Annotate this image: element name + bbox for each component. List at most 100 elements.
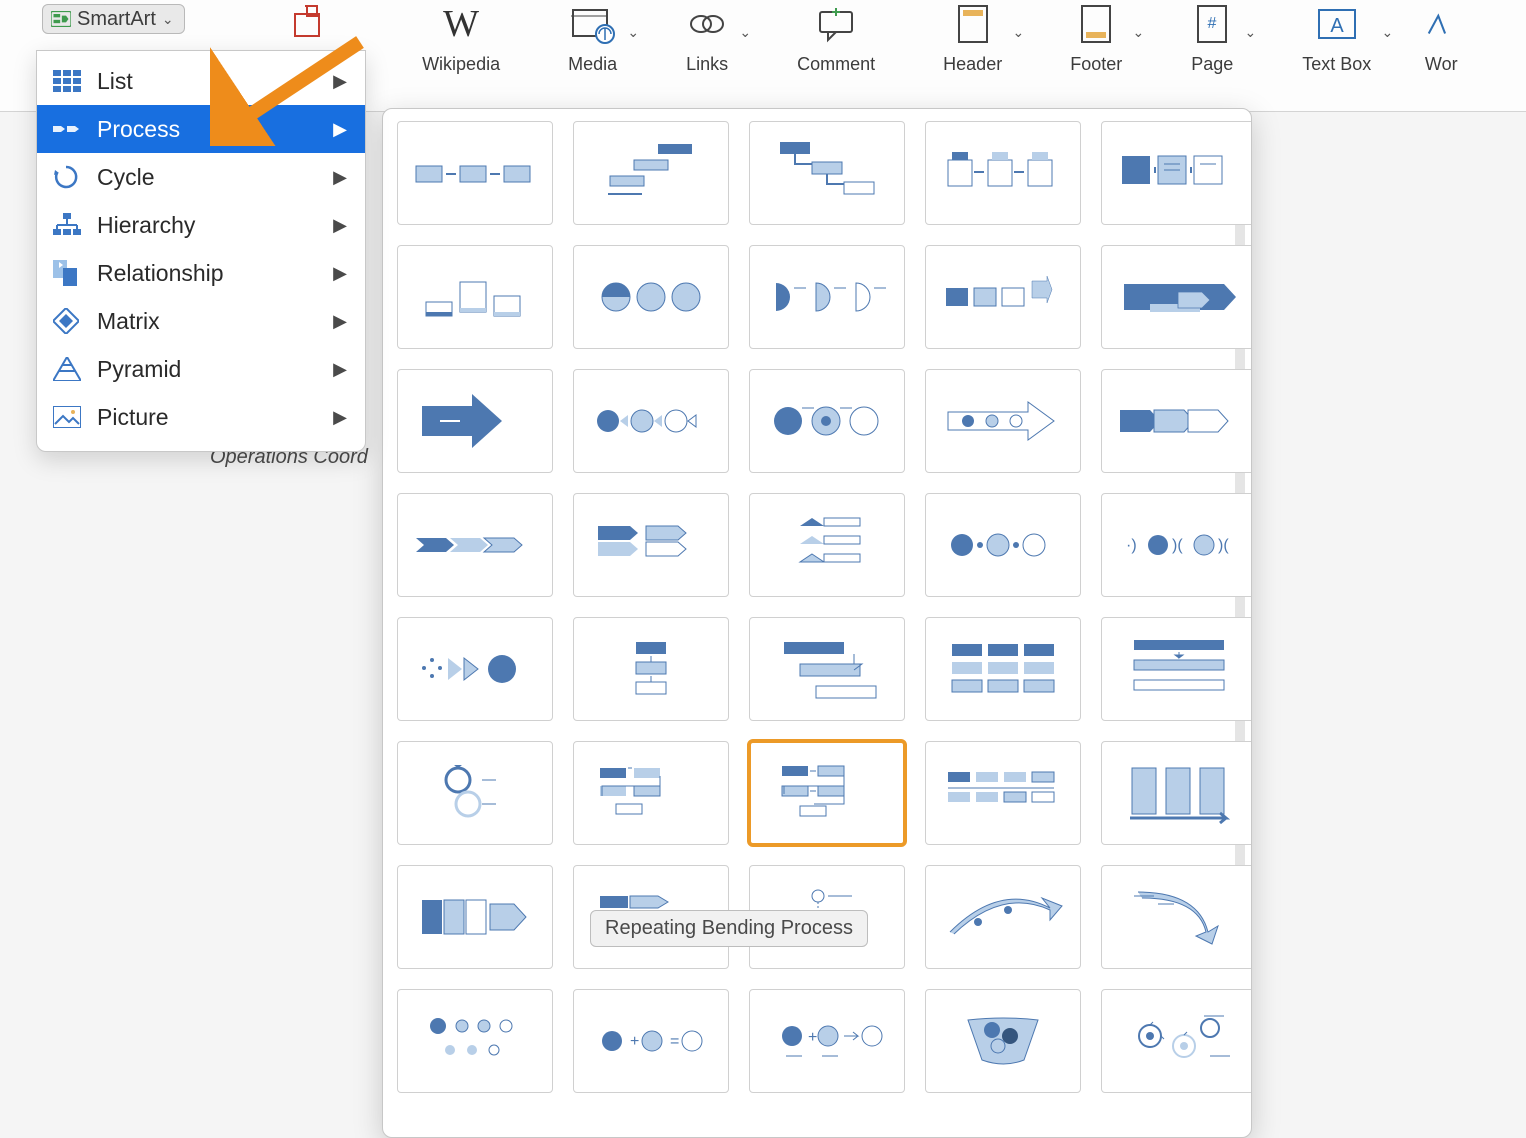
gallery-cell[interactable] xyxy=(749,741,905,845)
gallery-cell[interactable] xyxy=(925,865,1081,969)
gallery-cell[interactable] xyxy=(749,245,905,349)
smartart-thumb-icon xyxy=(938,882,1068,952)
smartart-category-matrix[interactable]: Matrix ▶ xyxy=(37,297,365,345)
chevron-down-icon[interactable]: ⌄ xyxy=(1012,24,1024,41)
smartart-dropdown-button[interactable]: SmartArt ⌄ xyxy=(42,4,185,34)
chevron-right-icon: ▶ xyxy=(333,407,347,428)
smartart-thumb-icon: ·))()( xyxy=(1114,510,1244,580)
gallery-cell[interactable] xyxy=(397,617,553,721)
gallery-cell[interactable] xyxy=(925,121,1081,225)
chevron-down-icon[interactable]: ⌄ xyxy=(1245,24,1257,41)
gallery-tooltip: Repeating Bending Process xyxy=(590,910,868,947)
ribbon-label: Footer xyxy=(1070,54,1122,75)
gallery-cell[interactable] xyxy=(925,493,1081,597)
smartart-thumb-icon xyxy=(938,758,1068,828)
ribbon-label: Comment xyxy=(797,54,875,75)
ribbon-item-textbox[interactable]: A Text Box ⌄ xyxy=(1302,2,1371,75)
gallery-cell[interactable] xyxy=(573,617,729,721)
ribbon-label: Page xyxy=(1191,54,1233,75)
smartart-thumb-icon xyxy=(938,386,1068,456)
gallery-cell[interactable] xyxy=(1101,617,1252,721)
gallery-cell[interactable]: ·))()( xyxy=(1101,493,1252,597)
gallery-cell[interactable] xyxy=(1101,989,1252,1093)
smartart-thumb-icon xyxy=(938,1006,1068,1076)
pyramid-icon xyxy=(53,356,83,382)
smartart-thumb-icon xyxy=(410,262,540,332)
gallery-cell[interactable] xyxy=(573,245,729,349)
svg-text:+: + xyxy=(808,1029,817,1046)
gallery-cell[interactable] xyxy=(749,617,905,721)
svg-text:)(: )( xyxy=(1172,537,1183,554)
smartart-thumb-icon xyxy=(586,758,716,828)
ribbon-item-media[interactable]: Media ⌄ xyxy=(568,2,617,75)
smartart-thumb-icon xyxy=(586,262,716,332)
category-label: Picture xyxy=(97,404,169,431)
gallery-cell[interactable] xyxy=(573,741,729,845)
ribbon-item-links[interactable]: Links ⌄ xyxy=(685,2,729,75)
smartart-thumb-icon xyxy=(410,1006,540,1076)
page-number-icon: # xyxy=(1190,2,1234,46)
gallery-cell[interactable]: + xyxy=(749,989,905,1093)
gallery-cell[interactable] xyxy=(925,245,1081,349)
smartart-thumb-icon xyxy=(586,138,716,208)
smartart-thumb-icon xyxy=(938,634,1068,704)
smartart-thumb-icon xyxy=(410,138,540,208)
smartart-thumb-icon xyxy=(762,510,892,580)
ribbon-item-comment[interactable]: Comment xyxy=(797,2,875,75)
chevron-down-icon[interactable]: ⌄ xyxy=(627,24,639,41)
gallery-cell[interactable] xyxy=(397,369,553,473)
ribbon-label: Media xyxy=(568,54,617,75)
smartart-thumb-icon xyxy=(410,758,540,828)
ribbon-item-header[interactable]: Header ⌄ xyxy=(943,2,1002,75)
ribbon-item-wordart[interactable]: Wor xyxy=(1419,2,1463,75)
header-icon xyxy=(951,2,995,46)
smartart-category-picture[interactable]: Picture ▶ xyxy=(37,393,365,441)
smartart-thumb-icon xyxy=(1114,882,1244,952)
ribbon-label: Header xyxy=(943,54,1002,75)
gallery-cell[interactable] xyxy=(925,741,1081,845)
gallery-cell[interactable] xyxy=(397,989,553,1093)
smartart-thumb-icon xyxy=(410,882,540,952)
smartart-category-relationship[interactable]: Relationship ▶ xyxy=(37,249,365,297)
smartart-category-hierarchy[interactable]: Hierarchy ▶ xyxy=(37,201,365,249)
matrix-icon xyxy=(53,308,83,334)
gallery-cell[interactable] xyxy=(397,741,553,845)
gallery-cell[interactable] xyxy=(397,493,553,597)
smartart-category-process[interactable]: Process ▶ xyxy=(37,105,365,153)
gallery-cell[interactable] xyxy=(1101,865,1252,969)
gallery-cell[interactable] xyxy=(573,369,729,473)
smartart-thumb-icon xyxy=(938,262,1068,332)
ribbon-label: Text Box xyxy=(1302,54,1371,75)
chevron-down-icon[interactable]: ⌄ xyxy=(1382,24,1394,41)
smartart-thumb-icon xyxy=(586,386,716,456)
ribbon-item-page[interactable]: # Page ⌄ xyxy=(1190,2,1234,75)
smartart-button-label: SmartArt xyxy=(77,8,156,31)
gallery-cell[interactable] xyxy=(397,865,553,969)
gallery-cell[interactable] xyxy=(925,617,1081,721)
gallery-cell[interactable] xyxy=(749,369,905,473)
gallery-cell[interactable] xyxy=(749,121,905,225)
gallery-cell[interactable] xyxy=(1101,245,1252,349)
gallery-cell[interactable] xyxy=(1101,121,1252,225)
gallery-cell[interactable] xyxy=(397,121,553,225)
relationship-icon xyxy=(53,260,83,286)
gallery-cell[interactable] xyxy=(925,989,1081,1093)
ribbon-item-footer[interactable]: Footer ⌄ xyxy=(1070,2,1122,75)
gallery-cell[interactable] xyxy=(573,121,729,225)
gallery-cell[interactable] xyxy=(749,493,905,597)
gallery-cell[interactable] xyxy=(925,369,1081,473)
smartart-category-list[interactable]: List ▶ xyxy=(37,57,365,105)
smartart-thumb-icon xyxy=(938,510,1068,580)
gallery-cell[interactable] xyxy=(1101,741,1252,845)
smartart-category-pyramid[interactable]: Pyramid ▶ xyxy=(37,345,365,393)
chevron-down-icon[interactable]: ⌄ xyxy=(739,24,751,41)
gallery-cell[interactable] xyxy=(573,493,729,597)
gallery-cell[interactable]: += xyxy=(573,989,729,1093)
gallery-cell[interactable] xyxy=(1101,369,1252,473)
smartart-category-cycle[interactable]: Cycle ▶ xyxy=(37,153,365,201)
chevron-right-icon: ▶ xyxy=(333,311,347,332)
ribbon-item-wikipedia[interactable]: W Wikipedia xyxy=(422,2,500,75)
addins-icon xyxy=(285,2,329,46)
chevron-down-icon[interactable]: ⌄ xyxy=(1133,24,1145,41)
gallery-cell[interactable] xyxy=(397,245,553,349)
